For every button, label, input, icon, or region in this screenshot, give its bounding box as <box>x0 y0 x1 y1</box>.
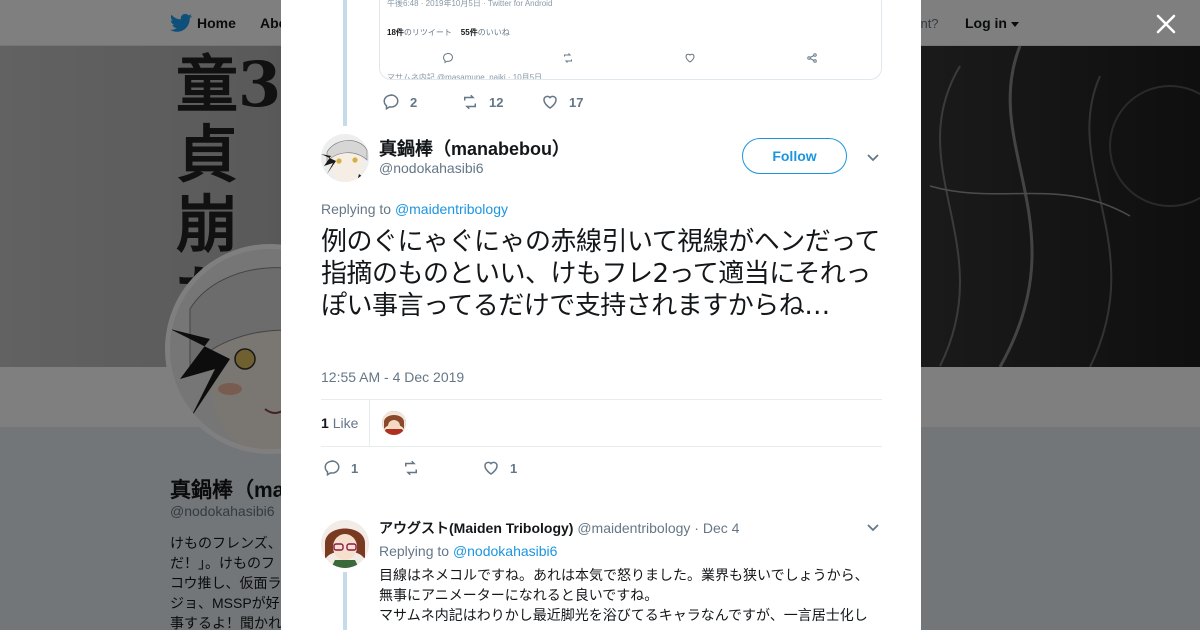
liker-avatar[interactable] <box>382 411 406 435</box>
quoted-retweet-label: のリツイート <box>403 28 452 37</box>
reply-replying-prefix: Replying to <box>379 543 450 559</box>
reply-icon <box>383 94 399 111</box>
reply-author-handle[interactable]: @maidentribology <box>577 520 690 536</box>
tweet-stats: 1 Like <box>321 399 882 447</box>
tweet-actions: 1 1 <box>281 458 921 478</box>
follow-button[interactable]: Follow <box>742 138 847 174</box>
chevron-down-icon[interactable] <box>866 520 880 534</box>
reply-count: 2 <box>410 94 418 110</box>
quoted-stats: 18件のリツイート 55件のいいね <box>387 27 510 38</box>
likes-stat-count: 1 <box>321 415 329 431</box>
liker-avatar-illustration <box>382 411 406 435</box>
quoted-like-count: 55件 <box>460 28 478 37</box>
reply-text-line: 無事にアニメーターになれると良いですね。 <box>379 588 659 604</box>
retweet-icon <box>564 53 572 63</box>
reply-text-line: マサムネ内記はわりかし最近脚光を浴びてるキャラなんですが、一言居士化し <box>379 608 868 624</box>
reply-text-line: 目線はネメコルですね。あれは本気で怒りました。業界も狭いでしょうから、 <box>379 568 869 584</box>
reply-replying-handle-link[interactable]: @nodokahasibi6 <box>453 543 558 559</box>
like-count: 17 <box>569 94 584 110</box>
reply-author-avatar[interactable] <box>321 520 369 568</box>
stats-divider <box>369 400 370 446</box>
thread-line-bottom <box>343 572 347 630</box>
heart-icon <box>685 53 695 63</box>
reply-header: アウグスト(Maiden Tribology) @maidentribology… <box>379 518 739 538</box>
heart-icon <box>543 95 557 109</box>
share-icon <box>807 53 817 63</box>
heart-icon <box>484 461 498 475</box>
chevron-down-icon[interactable] <box>866 150 880 164</box>
reply-icon <box>324 460 340 477</box>
author-handle[interactable]: @nodokahasibi6 <box>379 160 484 176</box>
quoted-like-label: のいいね <box>477 28 510 37</box>
reply-count: 1 <box>351 460 359 476</box>
likes-stat-label: Like <box>332 415 359 431</box>
quoted-retweet-count: 18件 <box>387 28 404 37</box>
author-avatar-illustration <box>321 134 369 182</box>
replying-handle-link[interactable]: @maidentribology <box>395 201 508 217</box>
like-action[interactable]: 17 <box>541 92 583 112</box>
retweet-count: 12 <box>489 94 504 110</box>
retweet-icon <box>405 460 417 476</box>
quoted-actions <box>380 52 881 64</box>
reply-author-name[interactable]: アウグスト(Maiden Tribology) <box>379 520 573 536</box>
retweet-icon <box>464 94 476 110</box>
tweet-timestamp[interactable]: 12:55 AM - 4 Dec 2019 <box>321 369 464 385</box>
likes-stat[interactable]: 1 Like <box>321 415 358 431</box>
replying-prefix: Replying to <box>321 201 392 217</box>
reply-avatar-illustration <box>321 520 369 568</box>
retweet-action[interactable] <box>402 458 430 478</box>
reply-action[interactable]: 1 <box>323 458 358 478</box>
like-action[interactable]: 1 <box>482 458 517 478</box>
author-avatar[interactable] <box>321 134 369 182</box>
quoted-next-tweet: マサムネ内記 @masamune_naiki · 10月5日 <box>387 73 543 80</box>
previous-tweet-actions: 2 12 17 <box>281 92 921 112</box>
reply-replying-to: Replying to @nodokahasibi6 <box>379 543 557 559</box>
reply-date[interactable]: · Dec 4 <box>694 520 739 536</box>
tweet-modal: 午後6:48 · 2019年10月5日 · Twitter for Androi… <box>281 0 921 630</box>
reply-action[interactable]: 2 <box>382 92 417 112</box>
quoted-time-text: 午後6:48 · 2019年10月5日 · Twitter for Androi… <box>387 0 553 8</box>
quoted-screenshot-card[interactable]: 午後6:48 · 2019年10月5日 · Twitter for Androi… <box>379 0 882 80</box>
reply-text: 目線はネメコルですね。あれは本気で怒りました。業界も狭いでしょうから、 無事にア… <box>379 566 879 626</box>
retweet-action[interactable]: 12 <box>461 92 503 112</box>
like-count: 1 <box>510 460 518 476</box>
reply-icon <box>442 52 454 64</box>
tweet-text: 例のぐにゃぐにゃの赤線引いて視線がヘンだって指摘のものといい、けもフレ2って適当… <box>321 227 880 321</box>
author-name[interactable]: 真鍋棒（manabebou） <box>379 135 570 161</box>
close-icon[interactable] <box>1154 12 1178 36</box>
quoted-timestamp: 午後6:48 · 2019年10月5日 · Twitter for Androi… <box>387 0 552 9</box>
replying-to: Replying to @maidentribology <box>321 201 508 217</box>
